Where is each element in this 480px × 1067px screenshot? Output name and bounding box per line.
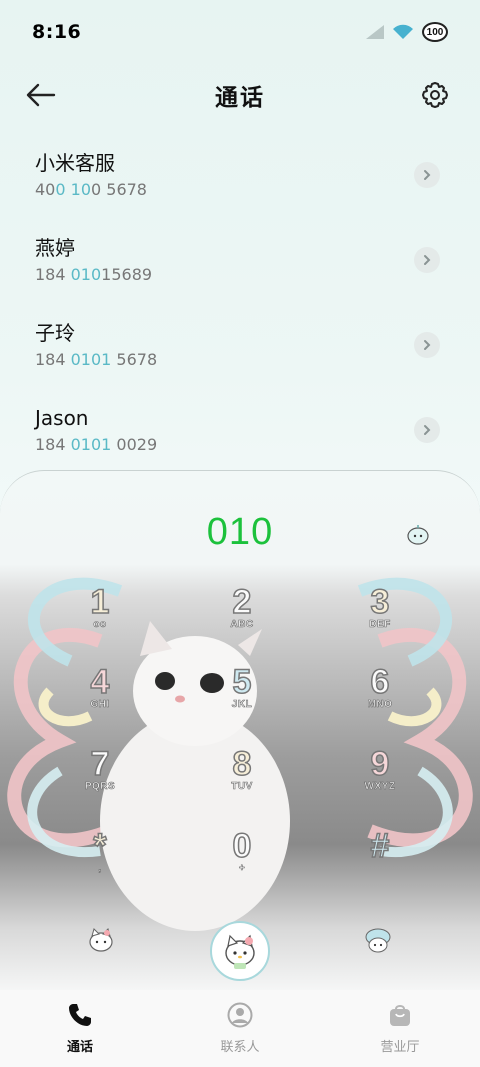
kitty-call-icon — [225, 934, 255, 969]
tab-label: 联系人 — [220, 1040, 260, 1055]
key-8[interactable]: 8 TUV — [197, 744, 287, 815]
contact-icon — [227, 1002, 253, 1028]
phone-number: 184 0101 0029 — [35, 435, 158, 454]
key-digit: # — [370, 826, 390, 866]
detail-button[interactable] — [414, 162, 440, 188]
phone-icon — [69, 1004, 91, 1026]
key-2[interactable]: 2 ABC — [197, 582, 287, 653]
key-digit: 7 — [90, 744, 110, 784]
dialer-panel: 010 1 oo 2 ABC 3 DEF 4 GHI 5 JKL 6 MNO 7… — [0, 470, 480, 990]
call-button[interactable] — [210, 921, 270, 981]
key-letters: ABC — [230, 619, 254, 631]
key-letters: GHI — [90, 699, 110, 711]
key-letters: oo — [93, 619, 107, 631]
tab-label: 通话 — [66, 1040, 93, 1055]
key-letters: + — [238, 863, 246, 875]
bottom-nav: 通话 联系人 营业厅 — [0, 990, 480, 1067]
detail-button[interactable] — [414, 417, 440, 443]
key-hash[interactable]: # — [335, 826, 425, 897]
key-5[interactable]: 5 JKL — [197, 662, 287, 733]
key-6[interactable]: 6 MNO — [335, 662, 425, 733]
key-letters: JKL — [231, 699, 253, 711]
tab-calls[interactable]: 通话 — [0, 990, 160, 1067]
key-7[interactable]: 7 PQRS — [55, 744, 145, 815]
cloud-mascot-icon[interactable] — [363, 925, 393, 955]
detail-button[interactable] — [414, 247, 440, 273]
chevron-right-icon — [424, 170, 431, 180]
key-digit: * — [93, 826, 108, 866]
key-letters: WXYZ — [364, 781, 396, 793]
status-bar: 8:16 100 — [0, 0, 480, 64]
wifi-icon — [393, 24, 413, 39]
key-digit: 3 — [370, 582, 390, 622]
key-3[interactable]: 3 DEF — [335, 582, 425, 653]
key-letters: MNO — [367, 699, 393, 711]
key-letters: , — [98, 863, 102, 875]
phone-number: 400 100 5678 — [35, 180, 147, 199]
phone-number: 184 01015689 — [35, 265, 153, 284]
list-item[interactable]: 燕婷 184 01015689 — [0, 221, 480, 306]
key-1[interactable]: 1 oo — [55, 582, 145, 653]
key-star[interactable]: * , — [55, 826, 145, 897]
signal-icon — [366, 25, 384, 39]
list-item[interactable]: 子玲 184 0101 5678 — [0, 306, 480, 391]
call-list: 小米客服 400 100 5678 燕婷 184 01015689 子玲 184… — [0, 136, 480, 476]
page-title: 通话 — [215, 85, 265, 111]
key-digit: 2 — [232, 582, 252, 622]
status-icons: 100 — [366, 22, 448, 42]
tab-business-hall[interactable]: 营业厅 — [320, 990, 480, 1067]
status-time: 8:16 — [32, 21, 82, 43]
phone-number: 184 0101 5678 — [35, 350, 158, 369]
kitty-sticker-icon[interactable] — [86, 925, 116, 955]
key-digit: 4 — [90, 662, 110, 702]
mascot-icon[interactable] — [406, 523, 430, 545]
detail-button[interactable] — [414, 332, 440, 358]
key-digit: 5 — [232, 662, 252, 702]
chevron-right-icon — [424, 255, 431, 265]
chevron-right-icon — [424, 340, 431, 350]
tab-contacts[interactable]: 联系人 — [160, 990, 320, 1067]
gear-icon[interactable] — [420, 80, 450, 110]
key-digit: 0 — [232, 826, 252, 866]
tab-label: 营业厅 — [380, 1040, 420, 1055]
shopping-bag-icon — [390, 1005, 410, 1026]
key-4[interactable]: 4 GHI — [55, 662, 145, 733]
key-digit: 6 — [370, 662, 390, 702]
list-item[interactable]: Jason 184 0101 0029 — [0, 391, 480, 476]
key-letters: DEF — [369, 619, 391, 631]
key-digit: 8 — [232, 744, 252, 784]
key-digit: 9 — [370, 744, 390, 784]
page-header: 通话 — [0, 70, 480, 120]
chevron-right-icon — [424, 425, 431, 435]
key-letters: PQRS — [84, 781, 116, 793]
key-0[interactable]: 0 + — [197, 826, 287, 897]
list-item[interactable]: 小米客服 400 100 5678 — [0, 136, 480, 221]
key-digit: 1 — [90, 582, 110, 622]
key-letters: TUV — [231, 781, 253, 793]
key-9[interactable]: 9 WXYZ — [335, 744, 425, 815]
battery-icon: 100 — [422, 22, 448, 42]
back-arrow-icon[interactable] — [24, 80, 58, 110]
